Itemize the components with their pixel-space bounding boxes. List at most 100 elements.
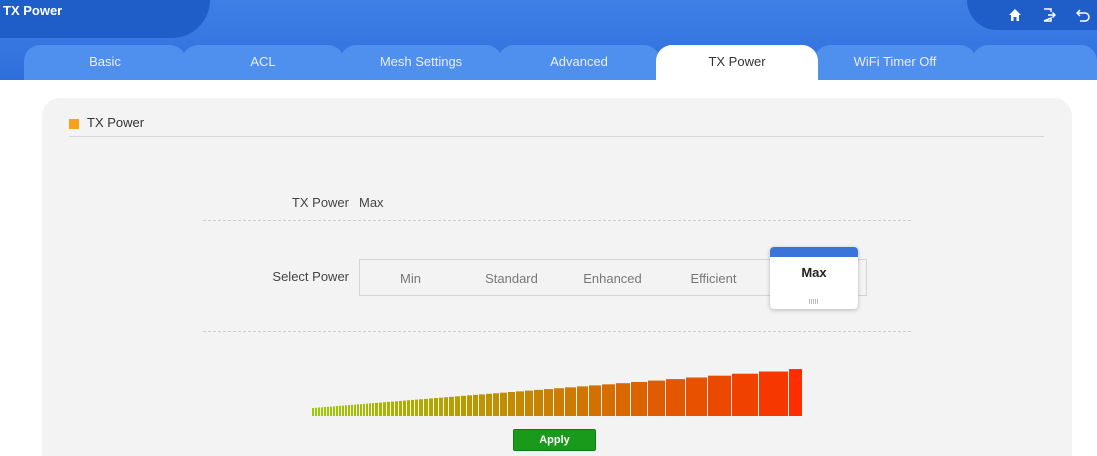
header-icon-group [967,0,1097,30]
power-bar-segment [461,395,466,416]
power-bar-segment [357,404,359,416]
power-bar-segment [336,406,338,416]
power-bar-segment [345,405,347,416]
window-title: TX Power [0,0,210,38]
tab-mesh-settings[interactable]: Mesh Settings [340,45,502,80]
window-title-text: TX Power [3,3,63,18]
power-level-bars [312,369,802,416]
power-bar-segment [395,401,398,416]
select-power-label: Select Power [272,269,349,284]
power-bar-segment [424,398,428,416]
power-bar-segment [348,405,350,416]
tab-basic[interactable]: Basic [24,45,186,80]
power-bar-segment [366,403,368,416]
tab-acl[interactable]: ACL [182,45,344,80]
divider [203,220,911,221]
power-bar-segment [708,375,731,416]
power-bar-segment [312,408,314,416]
power-bar-segment [339,405,341,416]
section-header: TX Power [69,115,1044,137]
power-bar-segment [455,396,460,416]
home-icon[interactable] [1007,7,1023,23]
power-bar-segment [415,399,418,416]
power-bar-segment [354,404,356,416]
tab-wifi-timer-off[interactable]: WiFi Timer Off [814,45,976,80]
power-bar-segment [360,404,362,416]
power-bar-segment [327,406,329,416]
power-bar-segment [439,397,443,416]
power-bar-segment [403,400,406,416]
power-bar-segment [544,389,553,416]
power-bar-segment [321,407,323,416]
power-bar-segment [333,406,335,416]
power-bar-segment [789,369,802,416]
power-bar-segment [602,384,615,416]
power-bar-segment [589,385,601,416]
apply-button[interactable]: Apply [513,429,596,451]
power-bar-segment [429,398,433,416]
tx-power-panel: TX Power TX Power Max Select Power Min S… [42,98,1072,456]
power-bar-segment [363,403,365,416]
power-bar-segment [534,389,543,416]
section-title: TX Power [87,115,145,130]
power-bar-segment [411,399,414,416]
power-bar-segment [493,393,499,416]
power-bar-segment [369,403,371,416]
power-bar-segment [565,387,576,416]
power-bar-segment [444,397,448,416]
back-icon[interactable] [1075,7,1091,23]
power-bar-segment [479,394,485,416]
power-bar-segment [486,393,492,416]
top-header: TX Power Basic ACL Mesh Settings Advance… [0,0,1097,80]
power-bar-segment [330,406,332,416]
title-bar: TX Power [0,0,1097,38]
power-bar-segment [407,400,410,416]
tx-power-value: Max [359,195,384,210]
power-bar-segment [372,403,374,416]
power-bar-segment [434,398,438,416]
power-bar-segment [554,388,564,416]
power-bar-segment [648,380,665,416]
power-bar-segment [525,390,533,416]
tab-advanced[interactable]: Advanced [498,45,660,80]
power-bar-segment [315,407,317,416]
power-bar-segment [686,377,707,416]
power-bar-segment [631,381,647,416]
power-option-min[interactable]: Min [360,260,461,297]
power-bar-segment [732,373,758,416]
power-option-max[interactable]: Max [770,247,858,309]
power-bar-segment [324,407,326,416]
power-bar-segment [419,399,423,416]
power-bar-segment [383,402,386,416]
tx-power-label: TX Power [291,195,349,210]
section-marker-icon [69,119,79,129]
power-bar-segment [449,396,454,416]
power-bar-segment [516,391,524,416]
power-bar-segment [351,404,353,416]
power-bar-segment [759,371,788,416]
power-bar-segment [666,379,685,416]
grip-icon [809,299,819,304]
power-bar-segment [379,402,382,416]
power-bar-segment [473,394,478,416]
tab-bar-filler [972,45,1097,80]
power-bar-segment [508,392,515,416]
power-bar-segment [616,383,630,416]
power-bar-segment [467,395,472,416]
power-option-enhanced[interactable]: Enhanced [562,260,663,297]
power-bar-segment [342,405,344,416]
power-bar-segment [577,386,588,416]
divider [203,331,911,332]
power-bar-segment [399,400,402,416]
power-option-max-label: Max [801,265,827,280]
power-bar-segment [391,401,394,416]
logout-icon[interactable] [1041,7,1057,23]
power-bar-segment [318,407,320,416]
power-bar-segment [375,402,378,416]
tab-tx-power[interactable]: TX Power [656,45,818,80]
tab-bar: Basic ACL Mesh Settings Advanced WiFi Ti… [24,45,1097,80]
power-bar-segment [387,401,390,416]
power-bar-segment [500,392,507,416]
power-option-standard[interactable]: Standard [461,260,562,297]
power-option-efficient[interactable]: Efficient [663,260,764,297]
